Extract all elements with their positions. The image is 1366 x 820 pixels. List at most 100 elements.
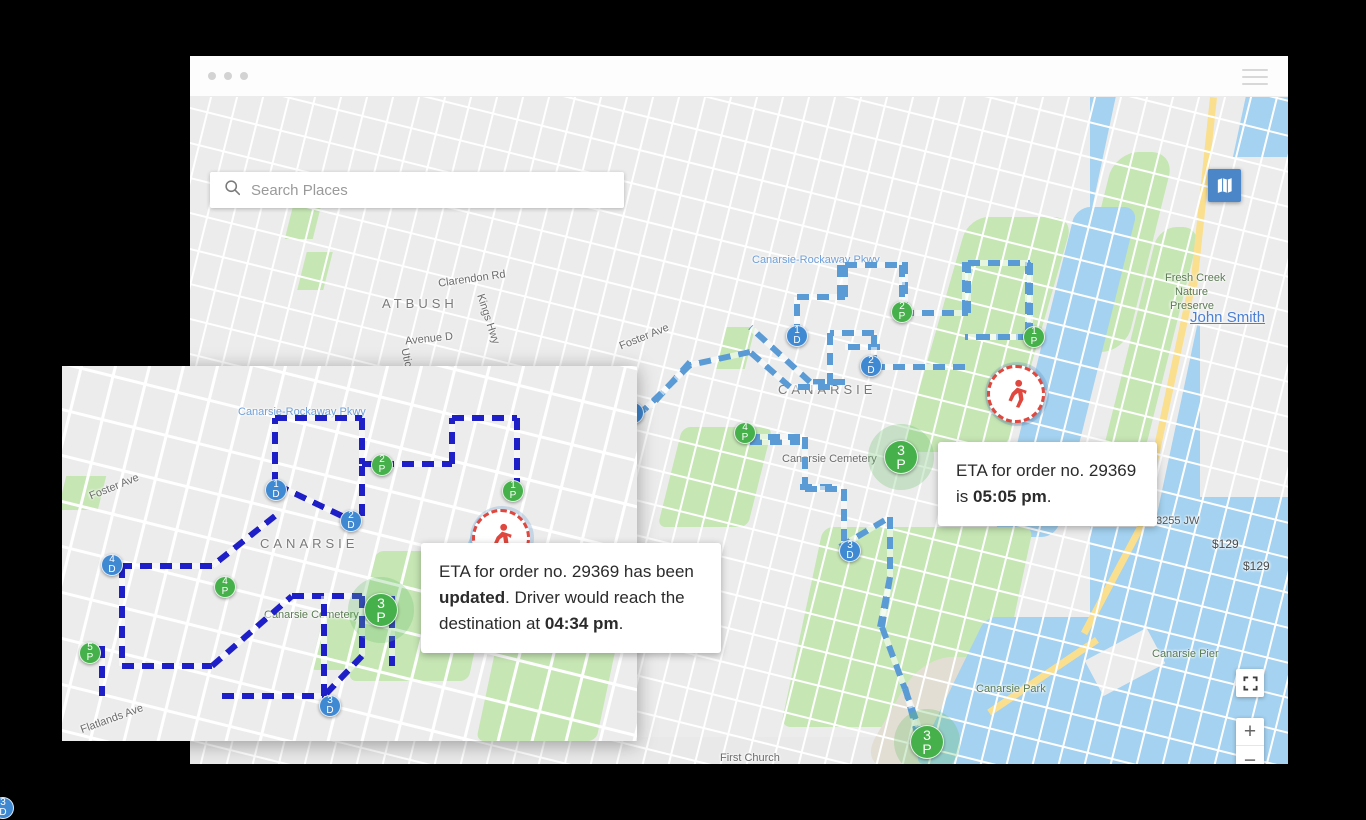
map-label: Nature bbox=[1175, 286, 1209, 298]
route-segment bbox=[827, 333, 833, 387]
marker-type: P bbox=[221, 586, 229, 597]
marker-type: P bbox=[922, 741, 932, 757]
route-segment bbox=[805, 486, 844, 492]
map-label: 3255 JW bbox=[1156, 515, 1200, 527]
corner-marker-type: D bbox=[0, 807, 7, 818]
corner-clipped-marker: 3 D bbox=[0, 797, 14, 819]
route-segment bbox=[968, 260, 1030, 266]
marker-type: D bbox=[326, 705, 334, 716]
close-dot-icon[interactable] bbox=[208, 72, 216, 80]
marker-type: D bbox=[846, 550, 854, 561]
route-segment bbox=[275, 415, 362, 421]
route-segment bbox=[830, 330, 874, 336]
marker-type: D bbox=[793, 335, 801, 346]
route-segment bbox=[222, 693, 324, 699]
driver-name-link[interactable]: John Smith bbox=[1190, 309, 1265, 326]
inset-marker-4D[interactable]: 4D bbox=[101, 554, 123, 576]
marker-type: P bbox=[898, 311, 906, 322]
map-marker-1P[interactable]: 1P bbox=[1023, 326, 1045, 348]
route-segment bbox=[841, 489, 847, 545]
map-label: Canarsie Cemetery bbox=[782, 453, 877, 465]
route-segment bbox=[359, 466, 365, 516]
map-label: CANARSIE bbox=[260, 536, 359, 551]
eta-tooltip-inset-part1: ETA for order no. 29369 has been bbox=[439, 562, 694, 581]
map-layer-button[interactable] bbox=[1208, 169, 1241, 202]
inset-marker-4P[interactable]: 4P bbox=[214, 576, 236, 598]
hamburger-menu-icon[interactable] bbox=[1242, 69, 1268, 85]
eta-tooltip-inset-part3: . bbox=[618, 614, 624, 633]
map-marker-2D[interactable]: 2D bbox=[860, 355, 882, 377]
inset-marker-3P[interactable]: 3P bbox=[364, 593, 398, 627]
inset-marker-3D[interactable]: 3D bbox=[319, 695, 341, 717]
map-label: Canarsie Park bbox=[976, 683, 1046, 695]
eta-tooltip-main-suffix: . bbox=[1046, 487, 1052, 506]
marker-number: 3 bbox=[897, 442, 905, 458]
map-label: ATBUSH bbox=[382, 296, 458, 311]
map-marker-4P[interactable]: 4P bbox=[734, 422, 756, 444]
maximize-dot-icon[interactable] bbox=[240, 72, 248, 80]
map-marker-3P[interactable]: 3P bbox=[910, 725, 944, 759]
route-segment bbox=[802, 437, 808, 489]
zoom-in-button[interactable]: + bbox=[1236, 718, 1264, 746]
minimize-dot-icon[interactable] bbox=[224, 72, 232, 80]
search-icon bbox=[224, 179, 241, 201]
route-segment bbox=[845, 262, 902, 268]
eta-tooltip-main-time: 05:05 pm bbox=[973, 487, 1047, 506]
route-segment bbox=[748, 434, 805, 440]
route-segment bbox=[790, 384, 830, 390]
traffic-lights bbox=[208, 72, 248, 80]
route-segment bbox=[122, 563, 212, 569]
inset-marker-1P[interactable]: 1P bbox=[502, 480, 524, 502]
search-input[interactable] bbox=[251, 172, 624, 208]
route-segment bbox=[452, 415, 517, 421]
map-label: $129 bbox=[1212, 537, 1239, 551]
marker-type: D bbox=[347, 520, 355, 531]
eta-tooltip-inset-bold2: 04:34 pm bbox=[544, 614, 619, 633]
marker-type: P bbox=[378, 464, 386, 475]
zoom-out-button[interactable]: − bbox=[1236, 746, 1264, 765]
fullscreen-button[interactable] bbox=[1236, 669, 1264, 697]
route-segment bbox=[272, 418, 278, 484]
map-label: Fresh Creek bbox=[1165, 272, 1226, 284]
fullscreen-icon bbox=[1242, 675, 1258, 691]
route-segment bbox=[119, 566, 125, 666]
route-segment bbox=[449, 418, 455, 464]
route-segment bbox=[321, 596, 327, 696]
marker-type: D bbox=[272, 489, 280, 500]
inset-marker-5P[interactable]: 5P bbox=[79, 642, 101, 664]
inset-marker-1D[interactable]: 1D bbox=[265, 479, 287, 501]
eta-tooltip-inset: ETA for order no. 29369 has been updated… bbox=[421, 543, 721, 653]
inset-marker-2D[interactable]: 2D bbox=[340, 510, 362, 532]
marker-type: P bbox=[86, 652, 94, 663]
map-label: Canarsie Pier bbox=[1152, 648, 1219, 660]
route-segment bbox=[797, 294, 845, 300]
route-segment bbox=[122, 663, 212, 669]
inset-marker-2P[interactable]: 2P bbox=[371, 454, 393, 476]
map-layer-icon bbox=[1217, 178, 1232, 193]
route-segment bbox=[359, 418, 365, 464]
marker-type: P bbox=[376, 609, 386, 625]
marker-type: D bbox=[108, 564, 116, 575]
map-label: $129 bbox=[1243, 559, 1270, 573]
screenshot-stage: Clarendon RdATBUSHAvenue DKings HwyUtica… bbox=[0, 0, 1366, 820]
eta-tooltip-main-line1: ETA for order no. 29369 bbox=[956, 461, 1137, 480]
map-label: First Church bbox=[720, 752, 780, 764]
marker-type: P bbox=[1030, 336, 1038, 347]
eta-tooltip-inset-bold1: updated bbox=[439, 588, 506, 607]
route-segment bbox=[292, 593, 362, 599]
route-segment bbox=[842, 265, 848, 297]
window-titlebar bbox=[190, 56, 1288, 97]
driver-runner-icon[interactable] bbox=[987, 365, 1045, 423]
marker-type: P bbox=[896, 456, 906, 472]
marker-type: D bbox=[867, 365, 875, 376]
map-marker-3P[interactable]: 3P bbox=[884, 440, 918, 474]
search-bar[interactable] bbox=[210, 172, 624, 208]
zoom-controls: + − bbox=[1236, 718, 1264, 764]
marker-type: P bbox=[741, 432, 749, 443]
map-marker-3D[interactable]: 3D bbox=[839, 540, 861, 562]
marker-type: P bbox=[509, 490, 517, 501]
map-marker-2P[interactable]: 2P bbox=[891, 301, 913, 323]
eta-tooltip-main: ETA for order no. 29369 is 05:05 pm. bbox=[938, 442, 1157, 526]
route-segment bbox=[880, 364, 965, 370]
map-marker-1D[interactable]: 1D bbox=[786, 325, 808, 347]
